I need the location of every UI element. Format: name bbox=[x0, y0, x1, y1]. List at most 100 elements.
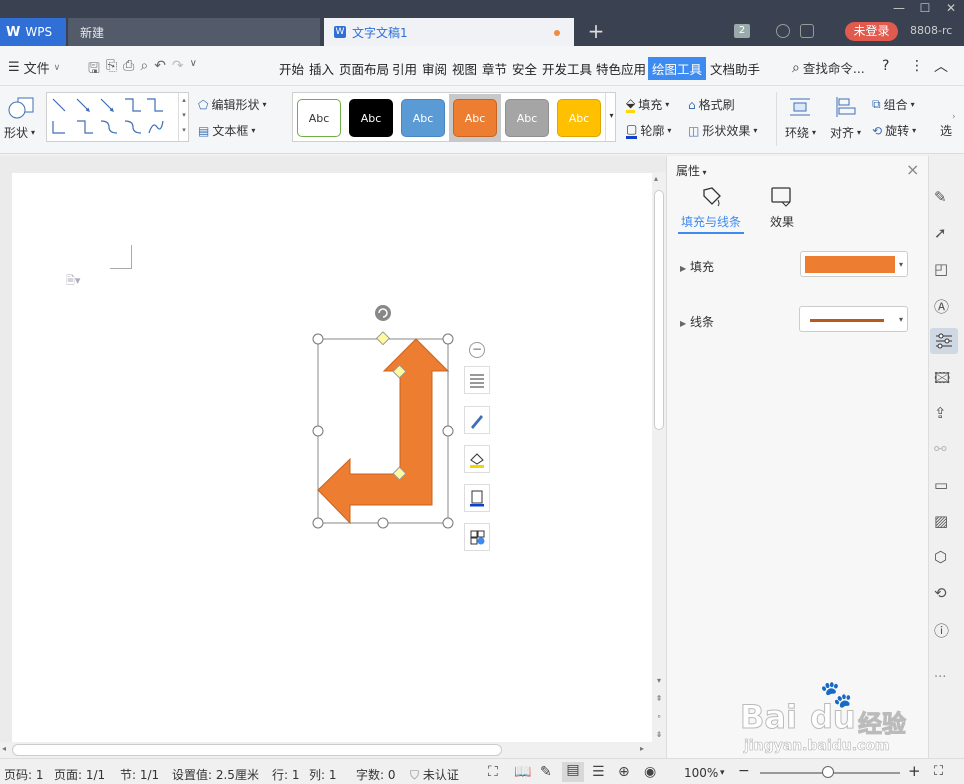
shape-style-icon[interactable] bbox=[464, 406, 490, 434]
menu-doc-assistant[interactable]: 文档助手 bbox=[710, 59, 760, 78]
resize-handle[interactable] bbox=[442, 425, 454, 437]
zoom-slider-thumb[interactable] bbox=[822, 766, 834, 778]
resize-handle[interactable] bbox=[442, 333, 454, 345]
picture-icon[interactable]: ▨ bbox=[934, 512, 954, 532]
menu-page-layout[interactable]: 页面布局 bbox=[339, 59, 389, 78]
maximize-icon[interactable]: ☐ bbox=[912, 0, 938, 16]
style-gallery-more[interactable]: ▾ bbox=[605, 93, 617, 141]
properties-title[interactable]: 属性 ▾ bbox=[676, 162, 707, 179]
resize-handle[interactable] bbox=[312, 425, 324, 437]
shape-gallery[interactable]: ▴ ▾ ▾ bbox=[46, 92, 189, 142]
status-word-count[interactable]: 字数: 0 bbox=[356, 766, 396, 783]
shapes-icon[interactable]: ◰ bbox=[934, 260, 954, 280]
style-swatch[interactable]: Abc bbox=[557, 99, 601, 137]
layout-options-icon[interactable] bbox=[464, 366, 490, 394]
shield-icon[interactable]: ⬡ bbox=[934, 548, 954, 568]
properties-sidebar-button[interactable] bbox=[930, 328, 958, 354]
menu-review[interactable]: 审阅 bbox=[422, 59, 447, 78]
print-preview-icon[interactable]: ⌕ bbox=[140, 58, 148, 82]
wrap-icon[interactable] bbox=[788, 96, 812, 118]
style-swatch[interactable]: Abc bbox=[401, 99, 445, 137]
select-cursor-icon[interactable]: ➚ bbox=[934, 224, 954, 244]
bent-arrow-shape[interactable] bbox=[317, 338, 450, 525]
align-icon[interactable] bbox=[834, 96, 858, 118]
tab-effect[interactable]: 效果 bbox=[760, 186, 804, 234]
undo-icon[interactable]: ↶ bbox=[154, 58, 166, 82]
gallery-scroll[interactable]: ▴ ▾ ▾ bbox=[178, 93, 189, 141]
share-icon[interactable]: ⇪ bbox=[934, 404, 954, 424]
ribbon-scroll-right-icon[interactable]: › bbox=[952, 112, 956, 122]
edit-shape-button[interactable]: ⬠ 编辑形状 ▾ bbox=[198, 96, 266, 113]
menu-security[interactable]: 安全 bbox=[512, 59, 537, 78]
archive-icon[interactable]: ▭ bbox=[934, 476, 954, 496]
export-icon[interactable]: ⎘ bbox=[106, 58, 117, 82]
close-window-icon[interactable]: ✕ bbox=[938, 0, 964, 16]
fill-section-toggle[interactable]: ▶ 填充 bbox=[680, 258, 714, 275]
wps-home-tab[interactable]: W WPS bbox=[0, 18, 66, 46]
shape-dropdown[interactable]: 形状 ▾ bbox=[4, 124, 35, 141]
text-style-icon[interactable]: Ⓐ bbox=[934, 296, 954, 316]
help-icon[interactable]: ? bbox=[882, 58, 889, 74]
menu-dev-tools[interactable]: 开发工具 bbox=[542, 59, 592, 78]
eye-protection-icon[interactable]: ◉ bbox=[644, 764, 656, 780]
rotate-button[interactable]: ⟲ 旋转 ▾ bbox=[872, 122, 916, 139]
fit-window-icon[interactable]: ⛶ bbox=[934, 764, 943, 779]
select-button[interactable]: 选 bbox=[940, 122, 952, 139]
paragraph-format-icon[interactable]: 🗎▾ bbox=[66, 272, 80, 291]
menu-insert[interactable]: 插入 bbox=[309, 59, 334, 78]
print-icon[interactable]: ⎙ bbox=[123, 58, 134, 82]
skin-icon[interactable] bbox=[776, 24, 790, 38]
status-page-code[interactable]: 页码: 1 bbox=[4, 766, 44, 783]
shape-fill-icon[interactable] bbox=[464, 445, 490, 473]
minimize-icon[interactable]: — bbox=[886, 0, 912, 16]
close-panel-icon[interactable]: × bbox=[906, 160, 919, 179]
style-swatch[interactable]: Abc bbox=[349, 99, 393, 137]
line-section-toggle[interactable]: ▶ 线条 bbox=[680, 313, 714, 330]
edit-icon[interactable]: ✎ bbox=[934, 188, 954, 208]
reading-view-icon[interactable]: 📖 bbox=[514, 764, 531, 780]
pen-icon[interactable]: ✎ bbox=[540, 764, 552, 780]
web-view-icon[interactable]: ⊕ bbox=[618, 764, 630, 780]
shape-button[interactable] bbox=[8, 96, 36, 120]
resize-handle[interactable] bbox=[377, 517, 389, 529]
fill-button[interactable]: ⬙ 填充 ▾ bbox=[626, 96, 669, 113]
scroll-right-icon[interactable]: ▸ bbox=[640, 744, 644, 753]
page-view-icon[interactable]: ▤ bbox=[562, 762, 584, 782]
textbox-button[interactable]: ▤ 文本框 ▾ bbox=[198, 122, 255, 139]
tab-fill-and-line[interactable]: 填充与线条 bbox=[678, 186, 744, 234]
align-button[interactable]: 对齐 ▾ bbox=[830, 124, 861, 141]
shape-outline-icon[interactable] bbox=[464, 484, 490, 512]
style-swatch[interactable]: Abc bbox=[297, 99, 341, 137]
vertical-scroll-thumb[interactable] bbox=[654, 190, 664, 430]
cert-status[interactable]: ⛉ 未认证 bbox=[410, 766, 459, 783]
shape-effect-button[interactable]: ◫ 形状效果 ▾ bbox=[688, 122, 757, 139]
help-circle-icon[interactable]: ⓘ bbox=[934, 620, 954, 640]
collapse-toolbar-icon[interactable]: − bbox=[469, 342, 485, 358]
zoom-out-icon[interactable]: − bbox=[738, 763, 750, 779]
scroll-left-icon[interactable]: ◂ bbox=[2, 744, 6, 753]
group-button[interactable]: ⧉ 组合 ▾ bbox=[872, 96, 915, 113]
file-menu[interactable]: ☰ 文件 ∨ bbox=[8, 58, 60, 77]
wrap-button[interactable]: 环绕 ▾ bbox=[785, 124, 816, 141]
page-nav-icons[interactable]: ▾ ⇞ ∘ ⇟ bbox=[654, 672, 664, 744]
horizontal-scroll-thumb[interactable] bbox=[12, 744, 502, 756]
window-icon[interactable] bbox=[800, 24, 814, 38]
add-tab-button[interactable]: + bbox=[586, 18, 606, 46]
new-tab[interactable]: 新建 bbox=[68, 18, 320, 46]
menu-view[interactable]: 视图 bbox=[452, 59, 477, 78]
menu-chapter[interactable]: 章节 bbox=[482, 59, 507, 78]
tab-count-badge[interactable]: 2 bbox=[734, 24, 750, 38]
resize-handle[interactable] bbox=[312, 333, 324, 345]
style-swatch[interactable]: Abc bbox=[453, 99, 497, 137]
fill-color-select[interactable]: ▾ bbox=[800, 251, 908, 277]
redo-icon[interactable]: ↷ bbox=[172, 58, 184, 82]
collapse-ribbon-icon[interactable]: ︿ bbox=[934, 56, 948, 76]
rotate-handle[interactable] bbox=[375, 305, 391, 321]
menu-special-apps[interactable]: 特色应用 bbox=[596, 59, 646, 78]
history-icon[interactable]: ⟲ bbox=[934, 584, 954, 604]
zoom-level[interactable]: 100% bbox=[684, 766, 718, 780]
scroll-up-icon[interactable]: ▴ bbox=[654, 174, 658, 183]
login-button[interactable]: 未登录 bbox=[845, 22, 898, 41]
line-color-select[interactable]: ▾ bbox=[799, 306, 908, 332]
shape-effects-icon[interactable] bbox=[464, 523, 490, 551]
